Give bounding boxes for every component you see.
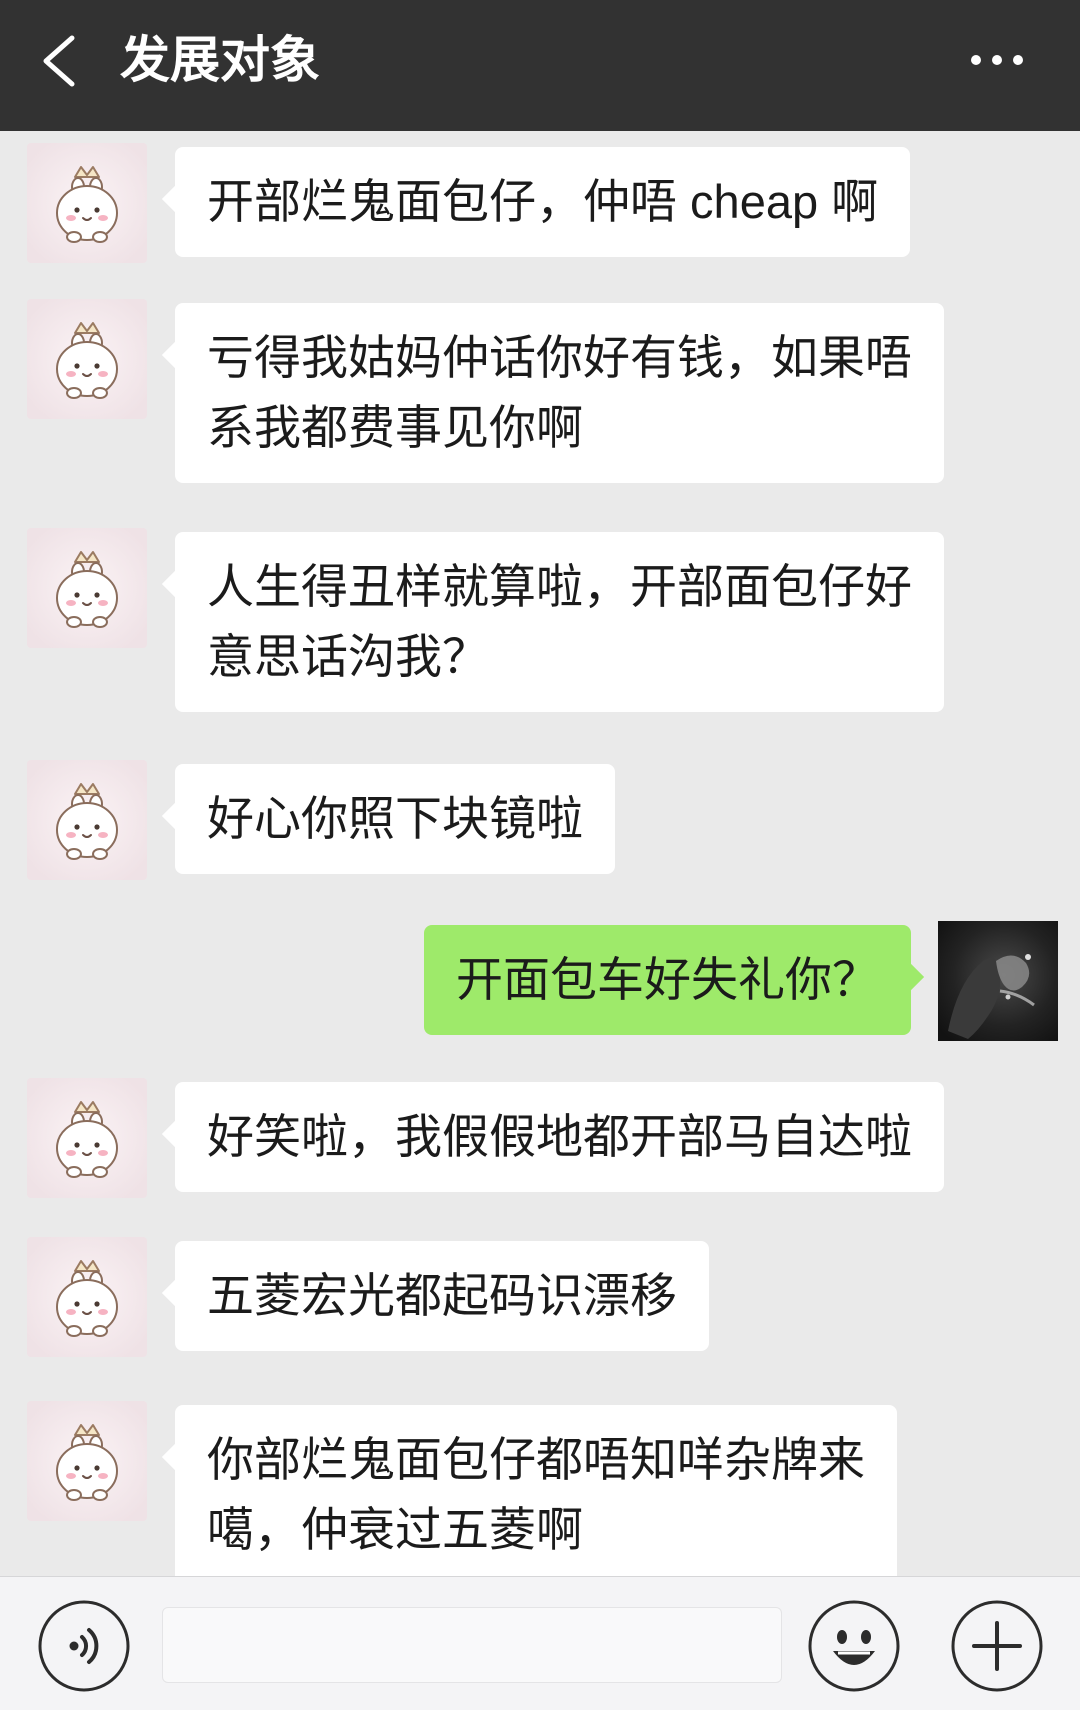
contact-avatar[interactable] (27, 143, 147, 263)
message-bubble[interactable]: 好心你照下块镜啦 (175, 764, 615, 874)
message-text-line: 系我都费事见你啊 (207, 401, 583, 454)
message-bubble[interactable]: 人生得丑样就算啦，开部面包仔好 意思话沟我？ (175, 532, 944, 712)
more-functions-button[interactable] (950, 1599, 1044, 1693)
plus-icon (951, 1600, 1043, 1692)
bunny-avatar-icon (27, 1401, 147, 1521)
self-avatar[interactable] (938, 921, 1058, 1041)
contact-avatar[interactable] (27, 299, 147, 419)
chevron-left-icon (43, 35, 75, 87)
emoji-icon (808, 1600, 900, 1692)
message-bubble[interactable]: 开部烂鬼面包仔，仲唔 cheap 啊 (175, 147, 911, 257)
bunny-avatar-icon (27, 1237, 147, 1357)
photo-avatar-icon (938, 921, 1058, 1041)
voice-button[interactable] (37, 1599, 131, 1693)
message-text-line: 五菱宏光都起码识漂移 (207, 1269, 677, 1322)
bunny-avatar-icon (27, 528, 147, 648)
bunny-avatar-icon (27, 143, 147, 263)
contact-avatar[interactable] (27, 1401, 147, 1521)
message-input[interactable] (162, 1607, 782, 1683)
message-text-line: 好心你照下块镜啦 (207, 792, 583, 845)
bunny-avatar-icon (27, 299, 147, 419)
message-text-line: 开面包车好失礼你？ (456, 953, 879, 1006)
more-horizontal-icon (971, 55, 1023, 65)
chat-header: 发展对象 (0, 0, 1080, 131)
contact-avatar[interactable] (27, 1078, 147, 1198)
input-bar (0, 1576, 1080, 1710)
message-bubble-outgoing[interactable]: 开面包车好失礼你？ (424, 925, 911, 1035)
chat-title: 发展对象 (120, 32, 320, 88)
contact-avatar[interactable] (27, 760, 147, 880)
more-button[interactable] (962, 44, 1032, 76)
message-text-line: 你部烂鬼面包仔都唔知咩杂牌来 (207, 1433, 865, 1486)
message-text-line: 好笑啦，我假假地都开部马自达啦 (207, 1110, 912, 1163)
message-bubble[interactable]: 五菱宏光都起码识漂移 (175, 1241, 709, 1351)
message-bubble[interactable]: 好笑啦，我假假地都开部马自达啦 (175, 1082, 944, 1192)
message-bubble[interactable]: 亏得我姑妈仲话你好有钱，如果唔 系我都费事见你啊 (175, 303, 944, 483)
bunny-avatar-icon (27, 760, 147, 880)
message-text-line: 人生得丑样就算啦，开部面包仔好 (207, 560, 912, 613)
message-text-line: 意思话沟我？ (207, 630, 489, 683)
back-button[interactable] (36, 32, 82, 90)
voice-icon (38, 1600, 130, 1692)
message-text-line: 开部烂鬼面包仔，仲唔 cheap 啊 (207, 175, 879, 228)
contact-avatar[interactable] (27, 1237, 147, 1357)
bunny-avatar-icon (27, 1078, 147, 1198)
contact-avatar[interactable] (27, 528, 147, 648)
message-text-line: 噶，仲衰过五菱啊 (207, 1503, 583, 1556)
message-bubble[interactable]: 你部烂鬼面包仔都唔知咩杂牌来 噶，仲衰过五菱啊 (175, 1405, 897, 1585)
emoji-button[interactable] (807, 1599, 901, 1693)
message-text-line: 亏得我姑妈仲话你好有钱，如果唔 (207, 331, 912, 384)
